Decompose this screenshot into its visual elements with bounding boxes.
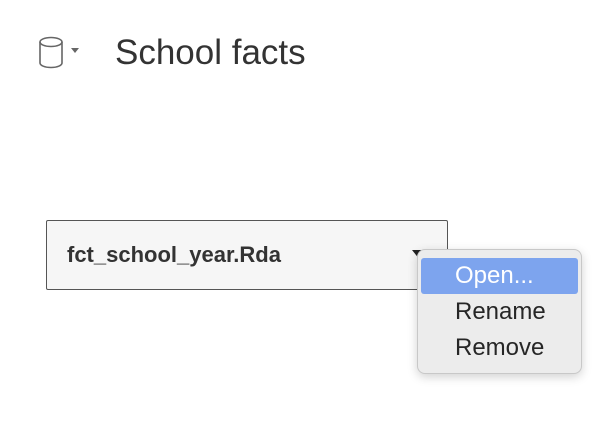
menu-item-rename[interactable]: Rename xyxy=(421,294,578,330)
table-name: fct_school_year.Rda xyxy=(67,242,281,267)
page: School facts fct_school_year.Rda Open...… xyxy=(0,0,606,422)
chevron-down-icon xyxy=(71,47,79,53)
datasource-header xyxy=(36,30,79,76)
context-menu: Open... Rename Remove xyxy=(417,249,582,374)
menu-item-open[interactable]: Open... xyxy=(421,258,578,294)
menu-item-remove[interactable]: Remove xyxy=(421,330,578,366)
datasource-menu-button[interactable] xyxy=(36,35,79,71)
table-pill[interactable]: fct_school_year.Rda xyxy=(46,220,448,290)
database-icon xyxy=(39,36,63,69)
datasource-title: School facts xyxy=(115,33,306,72)
